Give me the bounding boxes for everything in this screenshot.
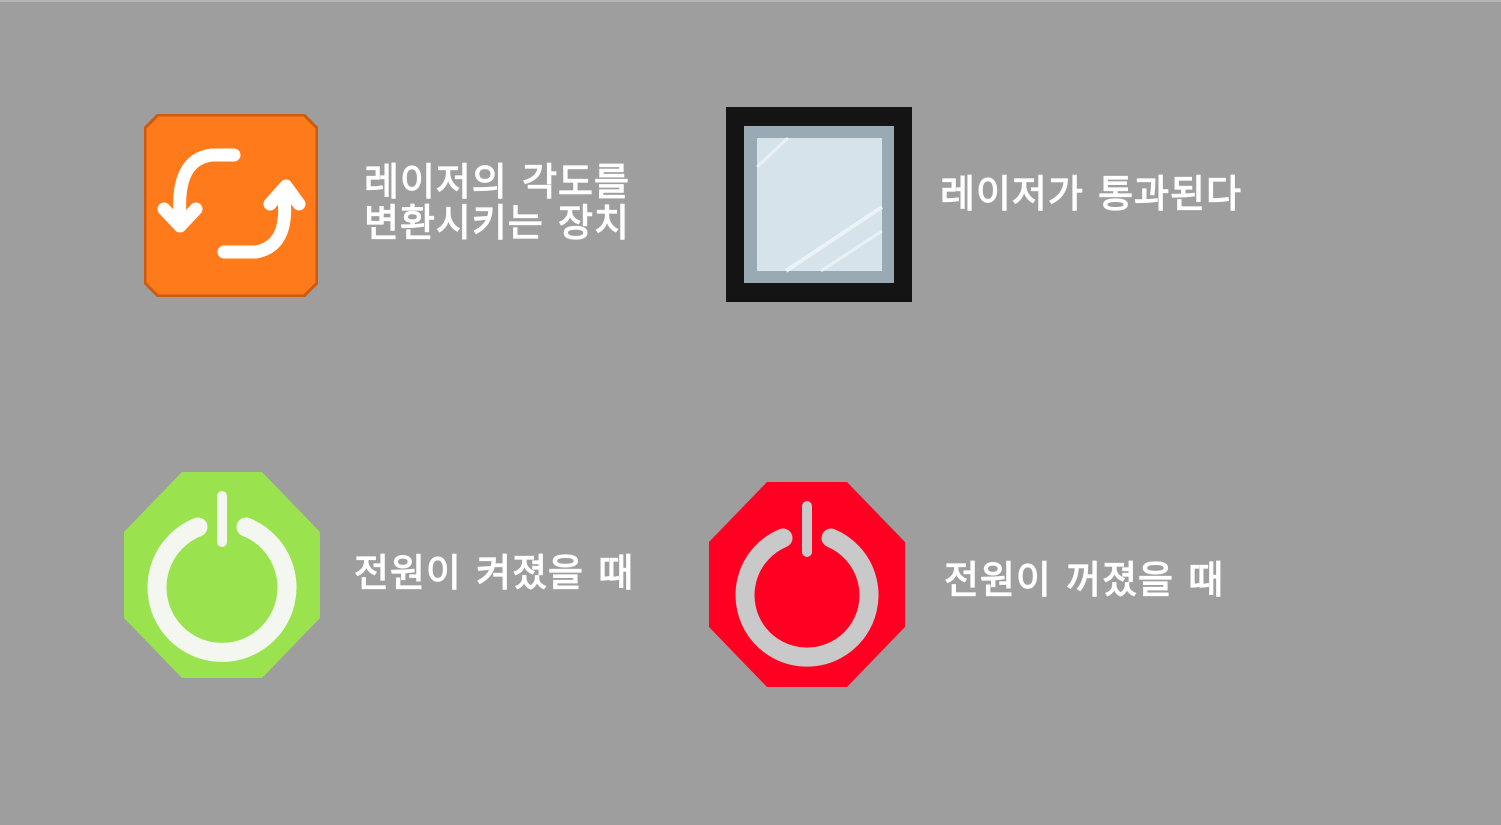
top-border [0, 0, 1501, 2]
rotator-label-line-1: 레이저의 각도를 [364, 160, 630, 204]
rotate-arrows-icon [144, 114, 318, 297]
rotator-label-line-2: 변환시키는 장치 [364, 201, 630, 245]
glass-label: 레이저가 통과된다 [940, 172, 1242, 216]
power-icon [709, 482, 905, 687]
power-off-label: 전원이 꺼졌을 때 [944, 558, 1225, 602]
rotator-label: 레이저의 각도를 변환시키는 장치 [364, 162, 630, 244]
glass-window-icon [726, 107, 912, 302]
power-on-label: 전원이 켜졌을 때 [354, 551, 635, 595]
power-icon [124, 472, 320, 678]
